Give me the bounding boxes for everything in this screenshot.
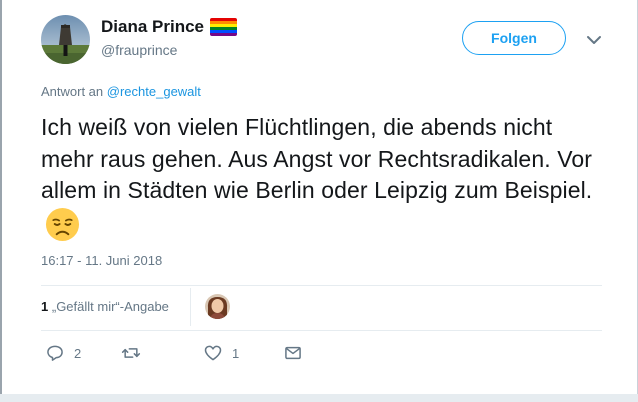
tweet-body: Ich weiß von vielen Flüchtlingen, die ab… xyxy=(41,114,593,203)
divider-bottom xyxy=(41,330,602,331)
display-name-text[interactable]: Diana Prince xyxy=(101,17,204,37)
reply-action[interactable]: 2 xyxy=(45,343,81,363)
envelope-icon xyxy=(285,346,301,360)
direct-message-action[interactable] xyxy=(283,343,303,363)
retweet-action[interactable] xyxy=(121,343,150,363)
liker-avatar-image xyxy=(205,294,230,319)
likes-count: 1 xyxy=(41,299,49,314)
bottom-strip xyxy=(0,394,638,402)
liker-avatar[interactable] xyxy=(205,294,230,319)
display-name[interactable]: Diana Prince xyxy=(101,17,237,37)
reply-count: 2 xyxy=(74,345,82,361)
reply-to-link[interactable]: @rechte_gewalt xyxy=(107,84,201,99)
divider-top xyxy=(41,285,602,286)
reply-context: Antwort an @rechte_gewalt xyxy=(41,84,201,99)
profile-avatar[interactable] xyxy=(41,15,90,64)
follow-button[interactable]: Folgen xyxy=(462,21,566,55)
window-border-left xyxy=(0,0,2,402)
heart-icon xyxy=(204,345,222,361)
likes-separator xyxy=(190,288,191,326)
reply-icon xyxy=(47,345,63,361)
user-handle[interactable]: @frauprince xyxy=(101,42,177,58)
chevron-down-icon[interactable] xyxy=(585,31,603,49)
like-count: 1 xyxy=(232,345,240,361)
retweet-icon xyxy=(121,348,141,358)
likes-label: „Gefällt mir“-Angabe xyxy=(51,299,169,314)
reply-prefix: Antwort an xyxy=(41,84,104,99)
rainbow-flag-icon xyxy=(210,18,237,36)
tweet-text: Ich weiß von vielen Flüchtlingen, die ab… xyxy=(41,112,601,243)
likes-summary[interactable]: 1 „Gefällt mir“-Angabe xyxy=(41,299,169,314)
tweet-timestamp[interactable]: 16:17 - 11. Juni 2018 xyxy=(41,253,162,268)
like-action[interactable]: 1 xyxy=(203,343,239,363)
profile-avatar-image xyxy=(41,15,90,64)
disappointed-face-emoji xyxy=(45,207,80,241)
